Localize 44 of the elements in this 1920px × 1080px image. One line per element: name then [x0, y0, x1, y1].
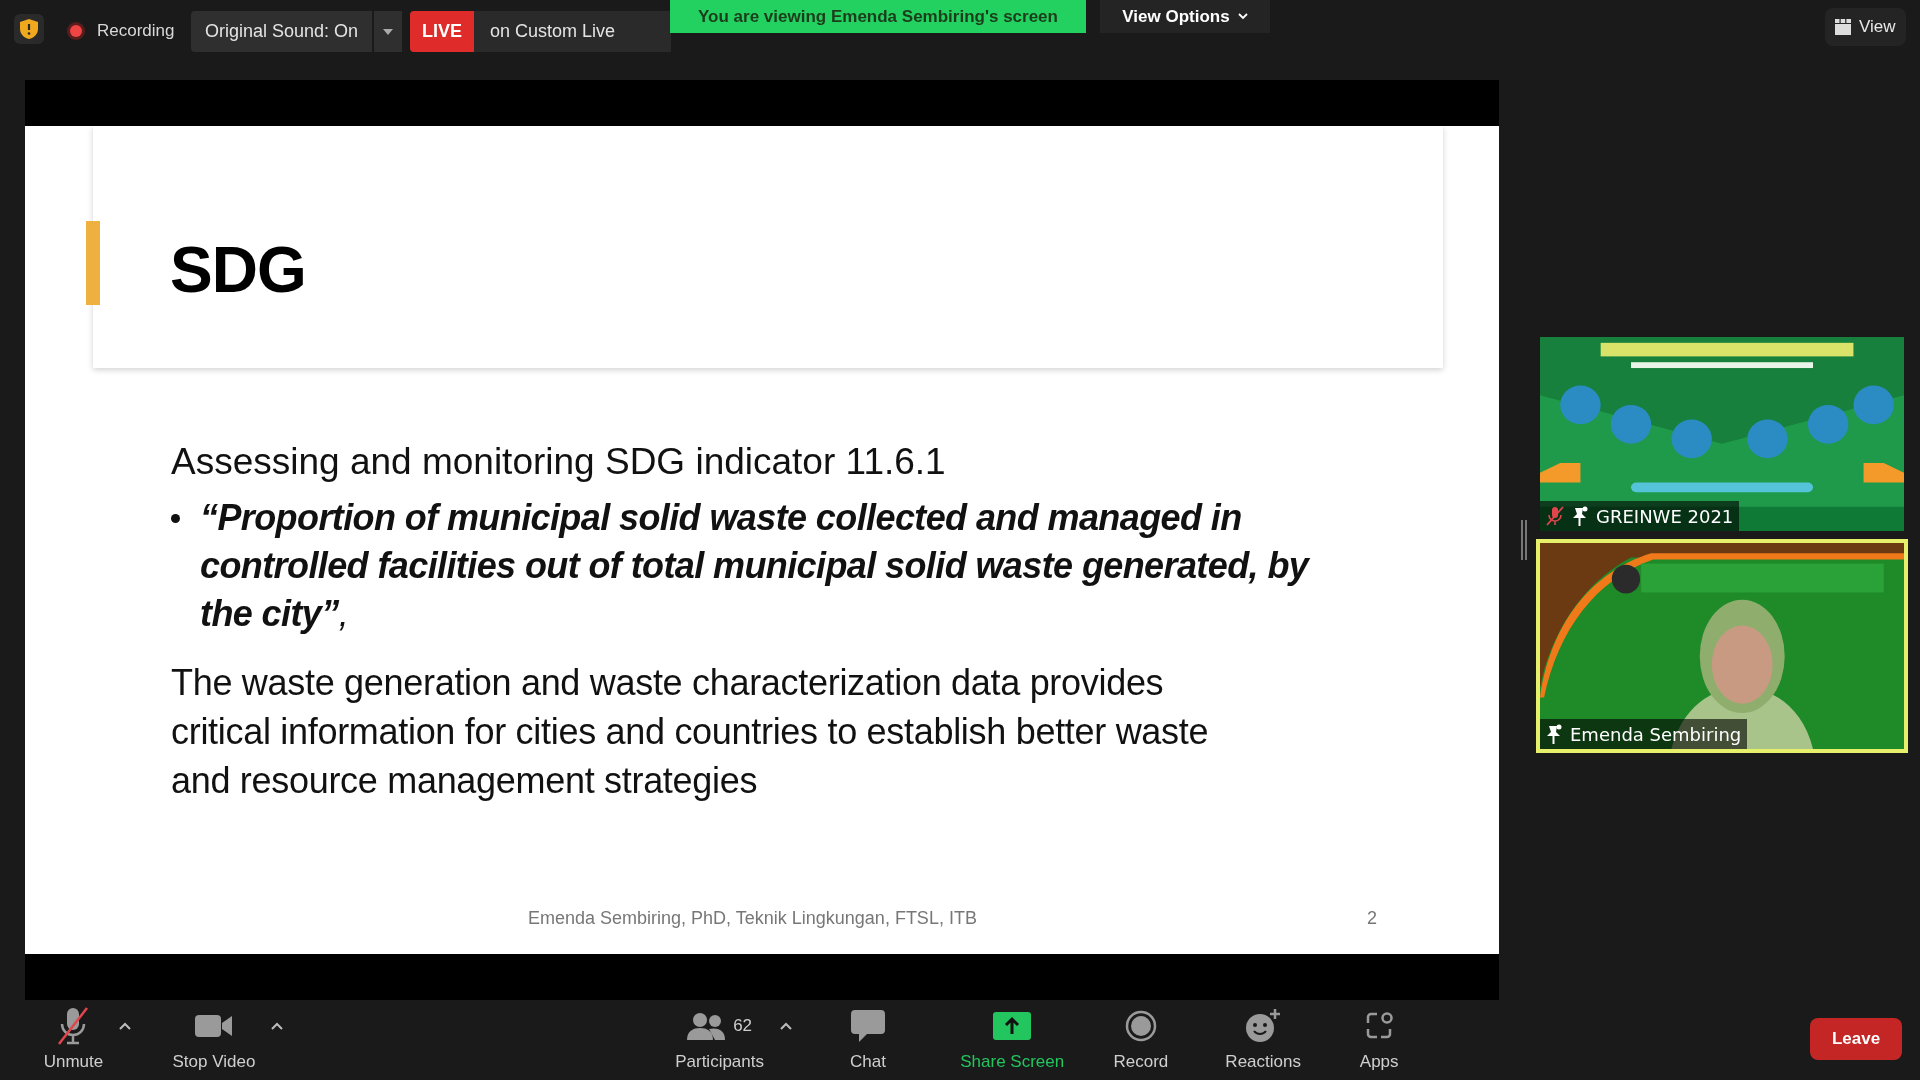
live-badge: LIVE: [410, 11, 474, 52]
muted-microphone-icon: [57, 1006, 90, 1046]
video-tile[interactable]: GREINWE 2021: [1536, 333, 1908, 535]
participant-count: 62: [733, 1015, 753, 1038]
camera-button[interactable]: Stop Video: [166, 1006, 262, 1074]
chat-bubble-icon: [850, 1010, 885, 1042]
recording-label: Recording: [97, 20, 175, 42]
apps-button[interactable]: Apps: [1353, 1006, 1405, 1074]
video-camera-icon: [194, 1013, 233, 1039]
bullet-icon: [171, 514, 180, 523]
participant-name: GREINWE 2021: [1596, 504, 1734, 529]
slide-paragraph: The waste generation and waste characterization data provides critical information for cities and countries to establish better waste and resource management strategies: [171, 661, 1210, 803]
viewing-banner: You are viewing Emenda Sembiring's screen: [670, 0, 1086, 33]
view-options-button[interactable]: View Options: [1100, 0, 1270, 33]
resize-handle[interactable]: [1521, 520, 1527, 560]
video-tile[interactable]: Emenda Sembiring: [1536, 539, 1908, 753]
share-screen-icon: [993, 1012, 1032, 1040]
streaming-service-label[interactable]: on Custom Live: [474, 11, 671, 52]
security-shield-icon[interactable]: [14, 14, 44, 44]
record-button[interactable]: Record: [1107, 1006, 1175, 1074]
slide-footer: Emenda Sembiring, PhD, Teknik Lingkungan, FTSL, ITB: [528, 905, 977, 932]
apps-icon: [1364, 1011, 1395, 1041]
pin-icon: [1572, 506, 1588, 526]
mic-button[interactable]: Unmute: [37, 1006, 110, 1074]
dropdown-arrow-icon: [383, 28, 394, 35]
participants-icon: [687, 1012, 726, 1040]
original-sound-button[interactable]: Original Sound: On: [191, 11, 373, 52]
slide-title: SDG: [170, 233, 306, 308]
view-button[interactable]: View: [1825, 8, 1906, 46]
pin-icon: [1546, 724, 1562, 744]
chevron-down-icon: [1237, 13, 1248, 20]
share-button[interactable]: Share Screen: [954, 1006, 1071, 1074]
slide-heading: Assessing and monitoring SDG indicator 11.6.1: [171, 440, 946, 484]
dropdown-button[interactable]: [374, 11, 403, 52]
participants-button[interactable]: 62 Participants: [669, 1006, 770, 1074]
leave-button[interactable]: Leave: [1810, 1018, 1902, 1060]
participant-name: Emenda Sembiring: [1570, 722, 1742, 747]
smiley-plus-icon: [1245, 1009, 1282, 1043]
chat-button[interactable]: Chat: [844, 1006, 892, 1074]
record-icon: [1124, 1010, 1157, 1042]
reactions-button[interactable]: Reactions: [1219, 1006, 1307, 1074]
page-number: 2: [1367, 907, 1377, 930]
gallery-view-icon: [1835, 19, 1851, 35]
bullet-quote: “Proportion of municipal solid waste collected and managed in controlled facilities out of total municipal solid waste generated, by the city”,: [200, 496, 1311, 636]
